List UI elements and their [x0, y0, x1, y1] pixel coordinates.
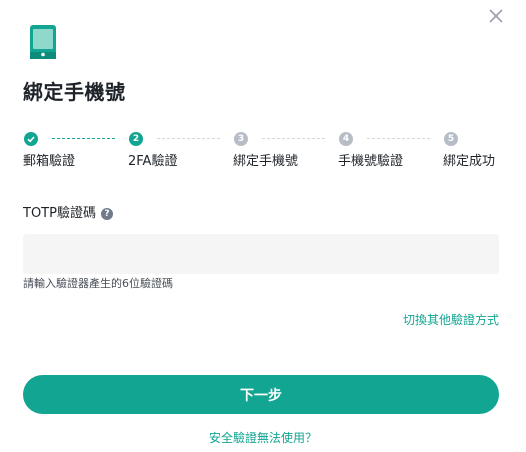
step-4-label: 手機號驗證	[338, 154, 404, 169]
totp-label-text: TOTP驗證碼	[23, 206, 96, 221]
phone-icon	[30, 25, 56, 59]
step-5-label: 綁定成功	[443, 154, 496, 169]
step-connector-4	[367, 138, 430, 139]
step-2-label: 2FA驗證	[128, 154, 178, 169]
totp-code-input[interactable]	[23, 234, 499, 274]
step-4-marker: 4	[339, 132, 353, 146]
totp-field-label: TOTP驗證碼 ?	[23, 206, 113, 222]
step-connector-3	[262, 138, 325, 139]
question-circle-icon[interactable]: ?	[100, 208, 113, 220]
step-3-marker: 3	[234, 132, 248, 146]
step-1-label: 郵箱驗證	[23, 154, 76, 169]
totp-hint: 請輸入驗證器產生的6位驗證碼	[23, 277, 173, 290]
step-5-marker: 5	[444, 132, 458, 146]
step-connector-2	[157, 138, 220, 139]
step-indicator: 2 3 4 5 郵箱驗證 2FA驗證 綁定手機號 手機號驗證 綁定成功	[0, 128, 526, 178]
security-verification-unavailable-link[interactable]: 安全驗證無法使用？	[0, 430, 526, 446]
next-step-button[interactable]: 下一步	[23, 375, 499, 414]
step-connector-1	[52, 138, 115, 139]
step-2-marker: 2	[129, 132, 143, 146]
page-title: 綁定手機號	[23, 80, 126, 104]
close-icon[interactable]	[486, 6, 506, 26]
step-1-check-icon	[24, 132, 38, 146]
switch-verification-method-link[interactable]: 切換其他驗證方式	[403, 313, 499, 328]
bind-phone-dialog: 綁定手機號 2 3 4 5 郵箱驗證 2FA驗證 綁定手機號 手機號驗證 綁定成…	[0, 0, 526, 452]
step-3-label: 綁定手機號	[233, 154, 299, 169]
